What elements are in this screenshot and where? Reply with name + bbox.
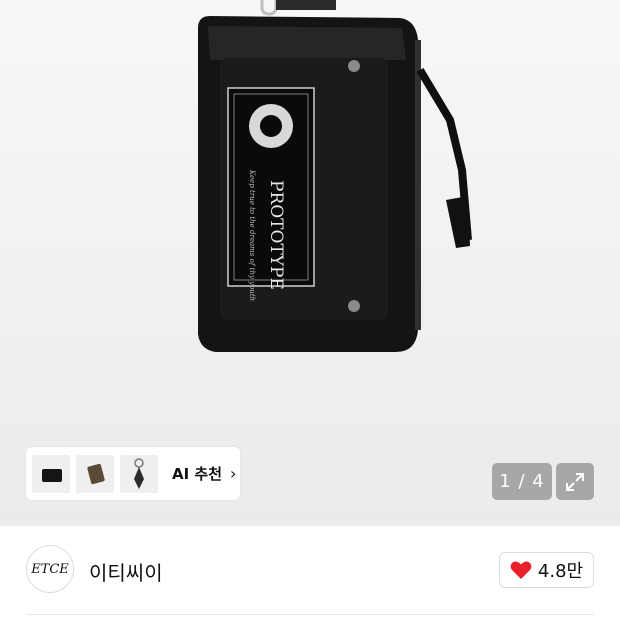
leather-case-thumbnail-icon: [76, 454, 114, 493]
thumbnail-3[interactable]: [120, 454, 158, 493]
keyring-thumbnail-icon: [120, 454, 158, 493]
heart-icon: [510, 561, 532, 579]
product-label-subtext: Keep true to the dreams of thy youth: [248, 169, 256, 301]
expand-icon: [566, 472, 584, 491]
ai-recommend-button[interactable]: AI 추천 ›: [172, 463, 236, 484]
wallet-thumbnail-icon: [32, 454, 70, 493]
product-label-text: PROTOTYPE: [266, 180, 286, 290]
expand-button[interactable]: [556, 463, 594, 500]
chevron-right-icon: ›: [230, 464, 237, 483]
like-button[interactable]: 4.8만: [499, 552, 594, 588]
thumbnail-strip: AI 추천 ›: [26, 447, 240, 500]
brand-name[interactable]: 이티씨이: [89, 557, 163, 586]
brand-logo[interactable]: ETCE: [26, 545, 74, 593]
like-count: 4.8만: [537, 561, 584, 582]
image-counter: 1 / 4: [492, 463, 552, 500]
product-image-gallery[interactable]: PROTOTYPE Keep true to the dreams of thy…: [0, 0, 620, 526]
product-image: PROTOTYPE Keep true to the dreams of thy…: [198, 0, 472, 352]
ai-recommend-label: AI 추천: [172, 465, 223, 483]
thumbnail-2[interactable]: [76, 454, 114, 493]
thumbnail-1[interactable]: [32, 454, 70, 493]
brand-row: ETCE 이티씨이 4.8만: [0, 526, 620, 620]
divider: [26, 614, 594, 615]
